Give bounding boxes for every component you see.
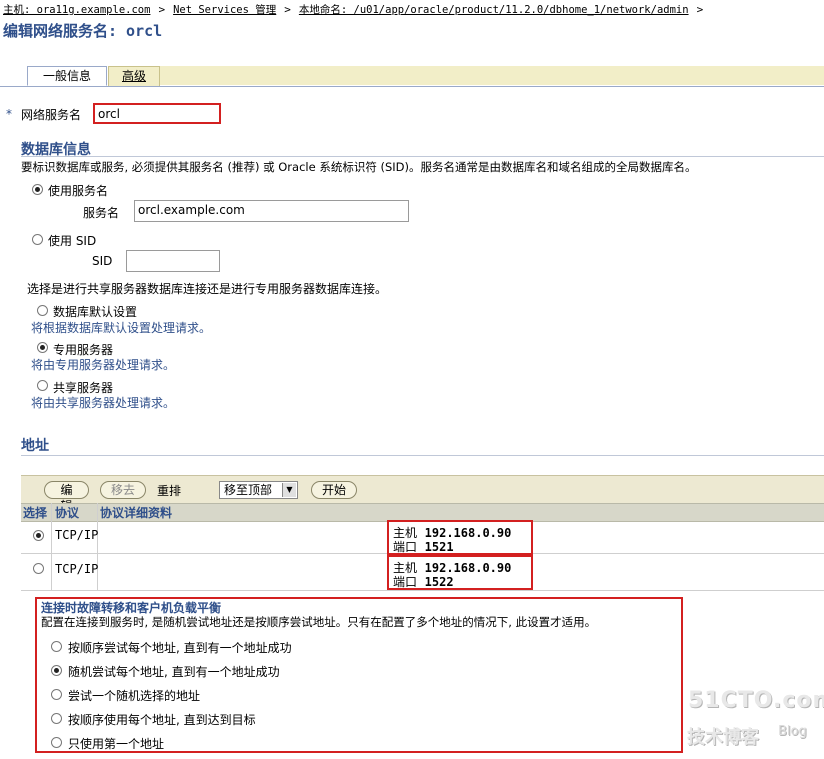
lb-option-5-label: 只使用第一个地址: [68, 737, 165, 751]
address-row-1-protocol: TCP/IP: [55, 528, 99, 542]
load-balance-description: 配置在连接到服务时, 是随机尝试地址还是按顺序尝试地址。只有在配置了多个地址的情…: [41, 615, 597, 629]
breadcrumb-naming-link[interactable]: 本地命名: /u01/app/oracle/product/11.2.0/dbh…: [299, 4, 689, 16]
address-rule: [21, 455, 824, 456]
column-divider: [97, 503, 98, 591]
db-info-description: 要标识数据库或服务, 必须提供其服务名 (推荐) 或 Oracle 系统标识符 …: [21, 160, 697, 174]
db-info-rule: [21, 156, 824, 157]
address-row-2-port-line: 端口 1522: [393, 573, 454, 590]
required-mark: *: [6, 107, 12, 121]
use-sid-radio[interactable]: [32, 234, 43, 245]
watermark-blog: Blog: [778, 724, 807, 739]
breadcrumb-host-link[interactable]: 主机: ora11g.example.com: [3, 4, 150, 16]
port-label: 端口: [393, 540, 418, 554]
lb-option-3-label: 尝试一个随机选择的地址: [68, 689, 201, 703]
tab-strip-fill: [160, 66, 824, 85]
port-value: 1522: [424, 575, 454, 589]
option-default-hint: 将根据数据库默认设置处理请求。: [31, 321, 212, 335]
lb-option-4-radio[interactable]: [51, 713, 62, 724]
tab-advanced[interactable]: 高级: [108, 66, 160, 86]
use-service-name-radio[interactable]: [32, 184, 43, 195]
service-name-field-label: 服务名: [83, 206, 120, 220]
option-default-label: 数据库默认设置: [53, 305, 138, 319]
lb-option-5-radio[interactable]: [51, 737, 62, 748]
column-details: 协议详细资料: [100, 506, 173, 520]
sid-field[interactable]: [126, 250, 220, 272]
address-row-2-protocol: TCP/IP: [55, 562, 99, 576]
lb-option-1-label: 按顺序尝试每个地址, 直到有一个地址成功: [68, 641, 292, 655]
option-shared-radio[interactable]: [37, 380, 48, 391]
option-shared-hint: 将由共享服务器处理请求。: [31, 396, 176, 410]
breadcrumb-separator: >: [696, 3, 704, 16]
row-divider: [21, 590, 824, 591]
chevron-down-icon[interactable]: ▼: [282, 483, 296, 497]
use-service-name-label: 使用服务名: [48, 184, 109, 198]
reorder-label: 重排: [157, 484, 182, 498]
service-name-field[interactable]: orcl.example.com: [134, 200, 409, 222]
lb-option-2-radio[interactable]: [51, 665, 62, 676]
column-select: 选择: [23, 506, 48, 520]
watermark-subtitle: 技术博客: [687, 727, 759, 748]
address-row-1-port-line: 端口 1521: [393, 538, 454, 555]
lb-option-1-radio[interactable]: [51, 641, 62, 652]
column-protocol: 协议: [55, 506, 80, 520]
breadcrumb-separator: >: [284, 3, 291, 16]
option-dedicated-hint: 将由专用服务器处理请求。: [31, 358, 176, 372]
watermark-logo: 51CTO.com: [688, 688, 824, 713]
use-sid-label: 使用 SID: [48, 234, 97, 248]
start-button[interactable]: 开始: [311, 481, 357, 499]
lb-option-4-label: 按顺序使用每个地址, 直到达到目标: [68, 713, 256, 727]
address-title: 地址: [21, 438, 49, 454]
lb-option-2-label: 随机尝试每个地址, 直到有一个地址成功: [68, 665, 280, 679]
edit-button[interactable]: 编辑: [44, 481, 89, 513]
port-label: 端口: [393, 575, 418, 589]
port-value: 1521: [424, 540, 454, 554]
address-row-1-radio[interactable]: [33, 530, 44, 541]
service-name-label: 网络服务名: [21, 108, 82, 122]
sid-field-label: SID: [92, 254, 113, 268]
page-title: 编辑网络服务名: orcl: [3, 22, 163, 40]
lb-option-3-radio[interactable]: [51, 689, 62, 700]
address-row-2-radio[interactable]: [33, 563, 44, 574]
reorder-select[interactable]: 移至顶部 ▼: [219, 481, 298, 499]
breadcrumb-netservices-link[interactable]: Net Services 管理: [173, 4, 276, 16]
column-divider: [51, 503, 52, 591]
service-name-input[interactable]: orcl: [93, 103, 221, 124]
option-default-radio[interactable]: [37, 305, 48, 316]
breadcrumb: 主机: ora11g.example.com > Net Services 管理 > 本…: [3, 2, 711, 17]
tab-general[interactable]: 一般信息: [27, 66, 107, 86]
breadcrumb-separator: >: [158, 3, 166, 16]
option-dedicated-radio[interactable]: [37, 342, 48, 353]
remove-button[interactable]: 移去: [100, 481, 146, 499]
connection-type-prompt: 选择是进行共享服务器数据库连接还是进行专用服务器数据库连接。: [27, 282, 388, 296]
reorder-select-value: 移至顶部: [224, 483, 273, 497]
